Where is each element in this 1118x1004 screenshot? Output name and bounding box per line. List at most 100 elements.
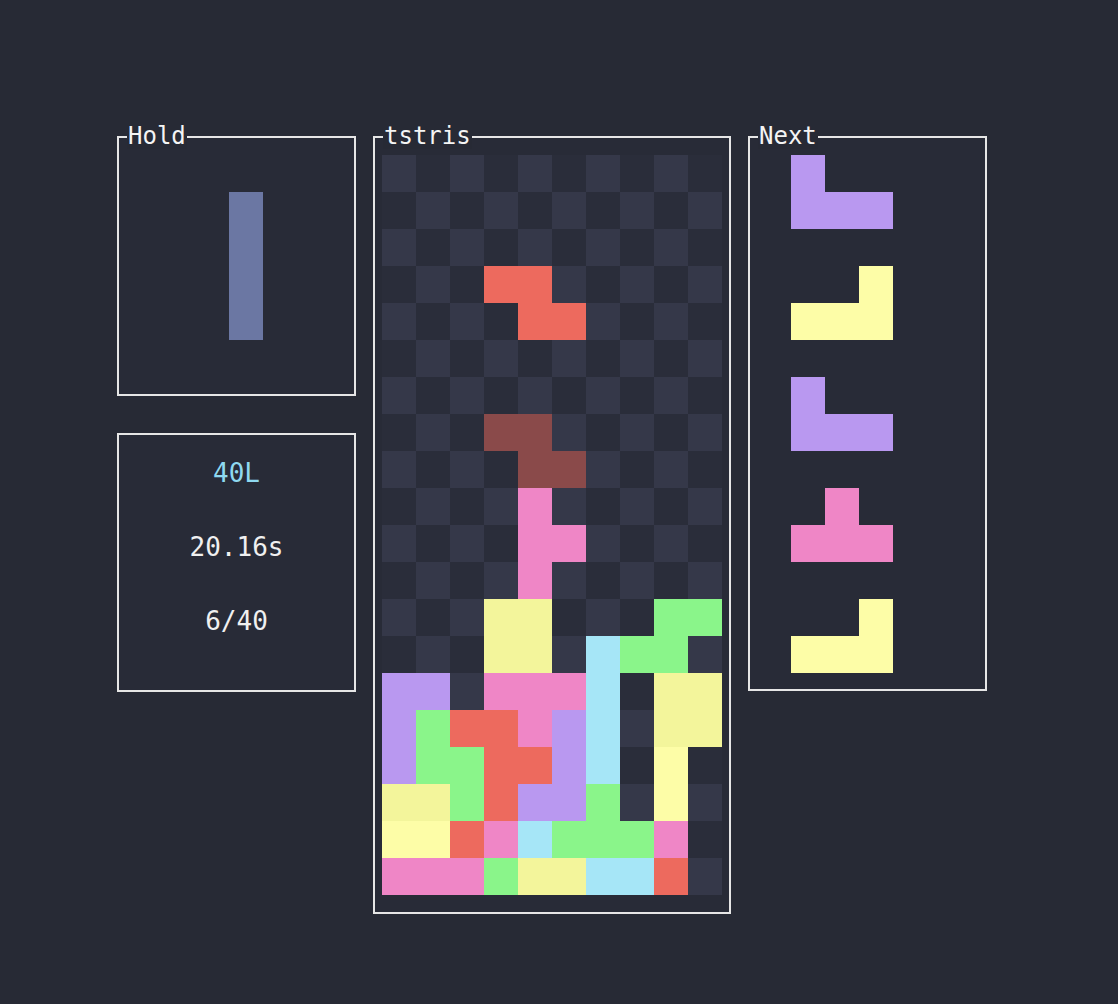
board-cell [552, 525, 586, 562]
board-cell [484, 562, 518, 599]
board-cell [688, 192, 722, 229]
board-cell [484, 229, 518, 266]
board-cell [450, 451, 484, 488]
next-piece-cell [791, 599, 825, 636]
board-cell [586, 303, 620, 340]
hold-piece-cell [229, 192, 263, 229]
board-cell [654, 599, 688, 636]
board-cell [450, 710, 484, 747]
board-cell [620, 192, 654, 229]
board-cell [620, 377, 654, 414]
board-cell [688, 451, 722, 488]
board-cell [688, 266, 722, 303]
board-cell [518, 414, 552, 451]
board-cell [586, 488, 620, 525]
board-cell [654, 636, 688, 673]
board-cell [688, 488, 722, 525]
board-cell [416, 599, 450, 636]
board-cell [620, 340, 654, 377]
board-cell [382, 303, 416, 340]
next-piece-cell [825, 599, 859, 636]
board-cell [654, 821, 688, 858]
board-cell [654, 377, 688, 414]
board-cell [518, 229, 552, 266]
board-cell [654, 858, 688, 895]
board-cell [450, 340, 484, 377]
board-cell [620, 710, 654, 747]
board-cell [484, 599, 518, 636]
board-cell [620, 303, 654, 340]
board-cell [620, 784, 654, 821]
next-panel: Next [748, 136, 987, 691]
board-cell [688, 525, 722, 562]
board-cell [654, 414, 688, 451]
board-cell [620, 525, 654, 562]
next-piece-cell [791, 414, 825, 451]
next-piece-cell [791, 155, 825, 192]
next-piece [791, 266, 893, 340]
board-cell [450, 377, 484, 414]
board-cell [620, 747, 654, 784]
board-cell [688, 747, 722, 784]
board-cell [552, 710, 586, 747]
board-cell [484, 155, 518, 192]
board-cell [620, 488, 654, 525]
board-cell [484, 340, 518, 377]
board-cell [450, 303, 484, 340]
board-cell [688, 821, 722, 858]
next-piece-cell [859, 525, 893, 562]
board-cell [586, 710, 620, 747]
board-cell [450, 784, 484, 821]
board-cell [552, 784, 586, 821]
board-cell [688, 377, 722, 414]
board-cell [450, 525, 484, 562]
board-cell [416, 710, 450, 747]
board-cell [552, 414, 586, 451]
board-cell [382, 488, 416, 525]
board-cell [552, 340, 586, 377]
board-cell [654, 525, 688, 562]
game-screen: Hold40L20.16s6/40tstrisNext [0, 0, 1118, 1004]
next-piece-cell [859, 377, 893, 414]
board-cell [620, 673, 654, 710]
board-cell [552, 451, 586, 488]
board-cell [620, 266, 654, 303]
next-piece-cell [825, 266, 859, 303]
hold-piece-cell [229, 266, 263, 303]
next-piece-cell [859, 599, 893, 636]
board-cell [484, 673, 518, 710]
board-cell [382, 414, 416, 451]
board-cell [484, 192, 518, 229]
board-cell [416, 488, 450, 525]
next-piece-cell [791, 192, 825, 229]
board-cell [416, 636, 450, 673]
board-cell [552, 858, 586, 895]
board-cell [450, 636, 484, 673]
board-cell [552, 488, 586, 525]
board-cell [484, 303, 518, 340]
board-cell [382, 340, 416, 377]
board-cell [688, 784, 722, 821]
board-cell [382, 636, 416, 673]
hold-piece-cell [229, 229, 263, 266]
board-cell [518, 784, 552, 821]
board-cell [382, 525, 416, 562]
board-cell [484, 451, 518, 488]
board-cell [654, 340, 688, 377]
board-cell [518, 303, 552, 340]
next-piece-cell [791, 266, 825, 303]
board-cell [688, 673, 722, 710]
board-cell [654, 303, 688, 340]
board-cell [586, 673, 620, 710]
next-piece-cell [859, 636, 893, 673]
board-cell [688, 710, 722, 747]
board-cell [382, 858, 416, 895]
board-cell [586, 525, 620, 562]
board-cell [688, 562, 722, 599]
board-cell [552, 562, 586, 599]
board-cell [586, 340, 620, 377]
board-cell [654, 192, 688, 229]
board-cell [416, 377, 450, 414]
board-cell [688, 599, 722, 636]
board-cell [484, 858, 518, 895]
